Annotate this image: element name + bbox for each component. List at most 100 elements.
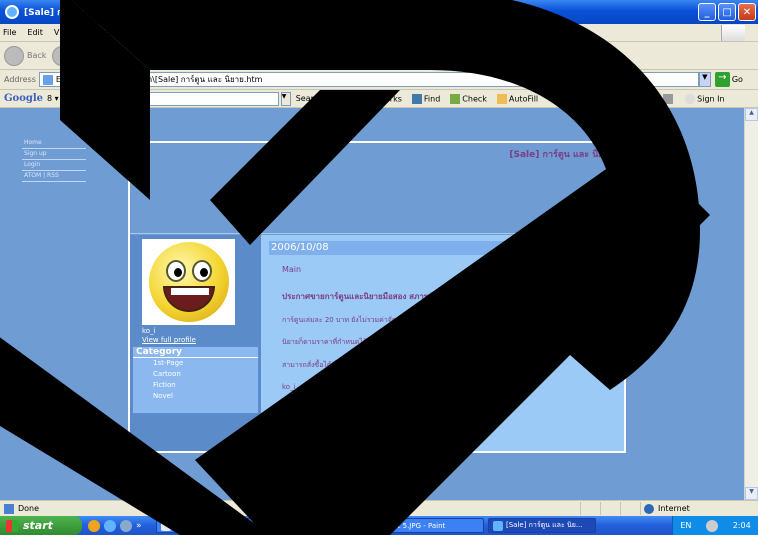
category-item[interactable]: 1st-Page [133, 358, 258, 369]
windows-flag-icon [6, 519, 18, 532]
go-button[interactable]: → Go [714, 72, 743, 87]
address-input[interactable]: E:\8 ต.ค. 49\exteen.com\[Sale] การ์ตูน แ… [38, 72, 699, 87]
task-folder[interactable]: E:\8 ต.ค. 49\exteen.... [264, 518, 372, 533]
blog-title[interactable]: [Sale] การ์ตูน และ นิยาย [509, 147, 614, 161]
standard-toolbar: Back Search Favorites [0, 42, 758, 70]
stop-icon[interactable] [84, 47, 101, 64]
autofill-label: AutoFill [508, 94, 539, 103]
task-paint[interactable]: st 5.JPG - Paint [376, 518, 484, 533]
taskbar: start » Document1 - Microsof... E:\8 ต.ค… [0, 516, 758, 535]
refresh-icon[interactable] [106, 47, 123, 64]
home-icon[interactable] [128, 47, 145, 64]
header-divider [130, 233, 624, 234]
maximize-button[interactable]: □ [718, 3, 736, 21]
google-search-button[interactable]: Search [296, 94, 323, 103]
chevron-right-icon[interactable]: » [136, 521, 142, 531]
post-category: Main [282, 265, 302, 274]
post-line-text: แล้วจะส่งรายละเอียดการโอนเงินให้นะคะ [424, 361, 548, 369]
start-button[interactable]: start [0, 516, 82, 535]
category-box: Category 1st-Page Cartoon Fiction Novel [133, 347, 258, 413]
post-line-text: สามารถสั่งซื้อได้ที่เมลล์ [282, 361, 352, 369]
messenger-icon[interactable] [386, 47, 403, 64]
email-link[interactable]: nuko_i@yahoo.com [354, 361, 422, 369]
view-profile-link[interactable]: View full profile [142, 336, 196, 344]
check-label: Check [462, 94, 487, 103]
post-line: การ์ตูนเล่มละ 20 บาท ยังไม่รวมค่าจัดส่งน… [282, 316, 422, 324]
task-word[interactable]: Document1 - Microsof... [156, 518, 260, 533]
block-icon [333, 93, 344, 104]
print-icon[interactable] [320, 47, 337, 64]
security-zone: Internet [644, 503, 690, 514]
scroll-down-icon[interactable]: ▼ [745, 487, 758, 500]
menu-help[interactable]: Help [162, 28, 180, 37]
google-signin-button[interactable]: Sign In [685, 93, 725, 104]
close-button[interactable]: ✕ [738, 3, 756, 21]
minimize-button[interactable]: _ [698, 3, 716, 21]
profile-column: ko_i View full profile Category 1st-Page… [130, 235, 261, 451]
media-icon[interactable] [276, 47, 293, 64]
desktop-icon[interactable] [120, 519, 132, 532]
windows-logo-icon [721, 25, 745, 41]
globe-icon [644, 503, 654, 514]
clock: 2:04 [732, 521, 751, 530]
edit-timestamp: edit @ 2006/10/08 14:56:20 [282, 413, 396, 422]
favorites-button[interactable]: Favorites [209, 47, 267, 64]
avatar [142, 239, 235, 325]
status-divider [580, 502, 581, 515]
post-tags[interactable]: tag: Main, Page [279, 429, 318, 435]
search-label: Search [175, 51, 203, 60]
google-menu[interactable]: 8 ▾ [47, 94, 59, 103]
task-ie[interactable]: [Sale] การ์ตูน และ นิย... [488, 518, 596, 533]
search-button[interactable]: Search [153, 47, 203, 64]
language-indicator[interactable]: EN [680, 521, 691, 530]
back-button[interactable]: Back [4, 45, 46, 66]
ie-quick-icon[interactable] [104, 519, 116, 532]
category-item[interactable]: Cartoon [133, 369, 258, 380]
google-logo[interactable]: Google [4, 93, 43, 104]
nav-login[interactable]: Login [22, 160, 86, 171]
folder-icon[interactable] [364, 47, 381, 64]
vertical-scrollbar[interactable]: ▲ ▼ [744, 108, 758, 500]
google-toolbar: Google 8 ▾ ▼ Search Bookmarks Find Check… [0, 90, 758, 108]
word-icon [161, 520, 171, 531]
title-bar: [Sale] การ์ตูน และ นิยาย - Microsoft Int… [0, 0, 758, 24]
menu-edit[interactable]: Edit [27, 28, 43, 37]
google-search-input[interactable] [118, 91, 279, 106]
task-label: E:\8 ต.ค. 49\exteen.... [282, 521, 359, 529]
address-value: E:\8 ต.ค. 49\exteen.com\[Sale] การ์ตูน แ… [55, 75, 263, 84]
nav-home[interactable]: Home [22, 138, 86, 149]
category-item[interactable]: Novel [133, 391, 258, 402]
firefox-icon[interactable] [88, 519, 100, 532]
right-eye [191, 260, 212, 282]
nav-signup[interactable]: Sign up [22, 149, 86, 160]
google-search-dropdown-icon[interactable]: ▼ [280, 91, 291, 106]
status-bar: Done Internet [0, 500, 758, 516]
google-bookmarks-button[interactable]: Bookmarks [333, 93, 402, 104]
zone-label: Internet [658, 504, 690, 513]
google-check-button[interactable]: Check [450, 93, 487, 104]
page-done-icon [4, 503, 14, 514]
category-item[interactable]: Fiction [133, 380, 258, 391]
menu-favorites[interactable]: Favorites [84, 28, 120, 37]
search-icon [156, 47, 173, 64]
google-settings-button[interactable] [663, 93, 675, 104]
mail-icon[interactable] [298, 47, 315, 64]
menu-file[interactable]: File [3, 28, 16, 37]
forward-arrow-icon [52, 45, 73, 66]
edit-icon[interactable] [342, 47, 359, 64]
quick-launch: » [88, 519, 156, 532]
tray-icon[interactable] [706, 519, 719, 532]
forward-button[interactable] [52, 45, 75, 66]
address-dropdown-icon[interactable]: ▼ [698, 72, 711, 87]
nav-feeds[interactable]: ATOM | RSS [22, 171, 86, 182]
task-label: [Sale] การ์ตูน และ นิย... [506, 521, 583, 529]
smiley-face-icon [148, 242, 229, 322]
google-autofill-button[interactable]: AutoFill [496, 93, 539, 104]
menu-view[interactable]: View [54, 28, 73, 37]
google-find-button[interactable]: Find [411, 93, 440, 104]
scroll-up-icon[interactable]: ▲ [745, 108, 758, 121]
find-icon [411, 93, 422, 104]
menu-tools[interactable]: Tools [131, 28, 151, 37]
start-label: start [23, 519, 53, 532]
star-icon [211, 47, 228, 64]
